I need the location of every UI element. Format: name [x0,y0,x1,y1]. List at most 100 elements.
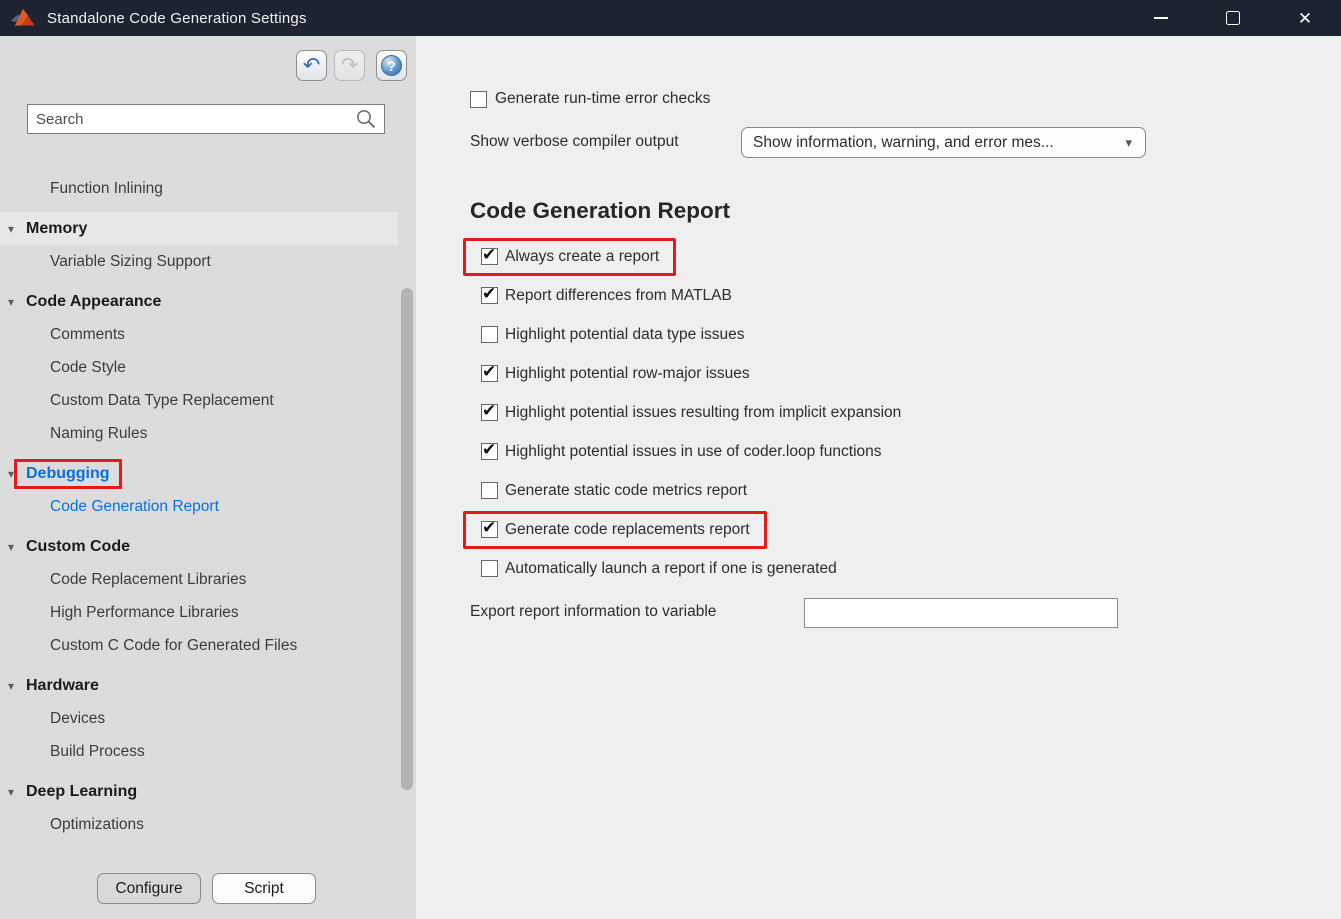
nav-item-label: Variable Sizing Support [50,253,211,271]
search-icon[interactable] [355,108,377,130]
checkbox-label: Automatically launch a report if one is … [505,560,837,578]
highlight-potential-data-type-issues-checkbox[interactable] [481,326,498,343]
settings-sidebar: ↶ ↷ ? Function Inlining ▾ Memory Variable S… [0,36,416,919]
nav-item-code-style[interactable]: Code Style [0,351,398,384]
nav-item-code-generation-report[interactable]: Code Generation Report [0,490,398,523]
titlebar: Standalone Code Generation Settings ✕ [0,0,1341,36]
checkbox-group: Highlight potential issues in use of cod… [463,433,899,471]
search-input[interactable] [28,111,355,128]
report-options-list: Always create a report Report differences… [463,237,918,588]
highlight-potential-issues-in-use-of-coder-loop-functions-checkbox[interactable] [481,443,498,460]
matlab-logo-icon [11,8,37,28]
nav-item-label: Debugging [14,459,122,489]
verbose-output-value: Show information, warning, and error mes… [753,134,1054,152]
checkbox-group: Generate static code metrics report [463,472,764,510]
generate-code-replacements-report-checkbox[interactable] [481,521,498,538]
checkbox-label: Generate code replacements report [505,521,750,539]
nav-item-label: Devices [50,710,105,728]
nav-item-label: Code Generation Report [50,498,219,516]
window-controls: ✕ [1125,0,1341,36]
checkbox-group: Automatically launch a report if one is … [463,550,854,588]
nav-item-variable-sizing-support[interactable]: Variable Sizing Support [0,245,398,278]
checkbox-row-highlight-potential-issues-in-use-of-coder-loop-functions: Highlight potential issues in use of cod… [463,432,918,471]
nav-item-label: Memory [26,220,87,238]
collapse-arrow-icon[interactable]: ▾ [8,222,20,236]
script-button[interactable]: Script [212,873,316,904]
checkbox-label: Report differences from MATLAB [505,287,732,305]
chevron-down-icon: ▾ [1125,135,1132,151]
nav-item-label: Naming Rules [50,425,147,443]
checkbox-row-automatically-launch-a-report-if-one-is-generated: Automatically launch a report if one is … [463,549,918,588]
runtime-error-checks-row: Generate run-time error checks [470,89,710,109]
nav-item-custom-data-type-replacement[interactable]: Custom Data Type Replacement [0,384,398,417]
export-variable-input[interactable] [804,598,1118,628]
help-icon[interactable]: ? [376,50,407,81]
always-create-a-report-checkbox[interactable] [481,248,498,265]
app-body: ↶ ↷ ? Function Inlining ▾ Memory Variable S… [0,36,1341,919]
nav-item-label: Deep Learning [26,783,137,801]
nav-item-optimizations[interactable]: Optimizations [0,808,398,841]
highlight-potential-issues-resulting-from-implicit-expansion-checkbox[interactable] [481,404,498,421]
annotation-red-box: Always create a report [463,238,676,276]
highlight-potential-row-major-issues-checkbox[interactable] [481,365,498,382]
checkbox-row-highlight-potential-issues-resulting-from-implicit-expansion: Highlight potential issues resulting fro… [463,393,918,432]
verbose-output-label: Show verbose compiler output [470,133,679,151]
nav-item-naming-rules[interactable]: Naming Rules [0,417,398,450]
collapse-arrow-icon[interactable]: ▾ [8,540,20,554]
checkbox-group: Highlight potential row-major issues [463,355,767,393]
search-box [27,104,385,134]
nav-item-label: Hardware [26,677,99,695]
checkbox-group: Report differences from MATLAB [463,277,749,315]
annotation-red-box: Generate code replacements report [463,511,767,549]
nav-item-label: Comments [50,326,125,344]
runtime-error-checks-checkbox[interactable] [470,91,487,108]
nav-item-label: Code Appearance [26,293,161,311]
nav-item-memory[interactable]: ▾ Memory [0,212,398,245]
maximize-icon[interactable] [1197,0,1269,36]
sidebar-toolbar: ↶ ↷ ? [296,50,407,81]
checkbox-row-report-differences-from-matlab: Report differences from MATLAB [463,276,918,315]
nav-item-build-process[interactable]: Build Process [0,735,398,768]
checkbox-label: Highlight potential row-major issues [505,365,750,383]
collapse-arrow-icon[interactable]: ▾ [8,679,20,693]
sidebar-scrollbar[interactable] [401,288,413,790]
collapse-arrow-icon[interactable]: ▾ [8,785,20,799]
checkbox-group: Highlight potential issues resulting fro… [463,394,918,432]
generate-static-code-metrics-report-checkbox[interactable] [481,482,498,499]
undo-icon[interactable]: ↶ [296,50,327,81]
nav-item-custom-c-code-for-generated-files[interactable]: Custom C Code for Generated Files [0,629,398,662]
verbose-output-select[interactable]: Show information, warning, and error mes… [741,127,1146,158]
settings-nav: Function Inlining ▾ Memory Variable Sizing … [0,172,398,841]
configure-button[interactable]: Configure [97,873,201,904]
nav-item-debugging[interactable]: ▾Debugging [0,457,398,490]
nav-item-label: Function Inlining [50,180,163,198]
window-title: Standalone Code Generation Settings [47,10,307,27]
checkbox-label: Always create a report [505,248,659,266]
automatically-launch-a-report-if-one-is-generated-checkbox[interactable] [481,560,498,577]
nav-item-comments[interactable]: Comments [0,318,398,351]
checkbox-row-highlight-potential-data-type-issues: Highlight potential data type issues [463,315,918,354]
nav-item-hardware[interactable]: ▾ Hardware [0,669,398,702]
nav-item-code-appearance[interactable]: ▾ Code Appearance [0,285,398,318]
minimize-icon[interactable] [1125,0,1197,36]
nav-item-label: Custom Code [26,538,130,556]
nav-item-label: Code Replacement Libraries [50,571,246,589]
nav-item-label: Custom C Code for Generated Files [50,637,297,655]
nav-item-devices[interactable]: Devices [0,702,398,735]
nav-item-deep-learning[interactable]: ▾ Deep Learning [0,775,398,808]
checkbox-row-highlight-potential-row-major-issues: Highlight potential row-major issues [463,354,918,393]
export-variable-label: Export report information to variable [470,603,716,621]
report-differences-from-matlab-checkbox[interactable] [481,287,498,304]
nav-item-label: High Performance Libraries [50,604,239,622]
nav-item-code-replacement-libraries[interactable]: Code Replacement Libraries [0,563,398,596]
nav-item-function-inlining[interactable]: Function Inlining [0,172,398,205]
checkbox-label: Highlight potential issues resulting fro… [505,404,901,422]
checkbox-label: Generate static code metrics report [505,482,747,500]
nav-item-high-performance-libraries[interactable]: High Performance Libraries [0,596,398,629]
nav-item-custom-code[interactable]: ▾ Custom Code [0,530,398,563]
redo-icon: ↷ [334,50,365,81]
runtime-error-checks-label: Generate run-time error checks [495,90,710,108]
collapse-arrow-icon[interactable]: ▾ [8,295,20,309]
settings-main-panel: Generate run-time error checks Show verb… [416,36,1341,919]
close-icon[interactable]: ✕ [1269,0,1341,36]
